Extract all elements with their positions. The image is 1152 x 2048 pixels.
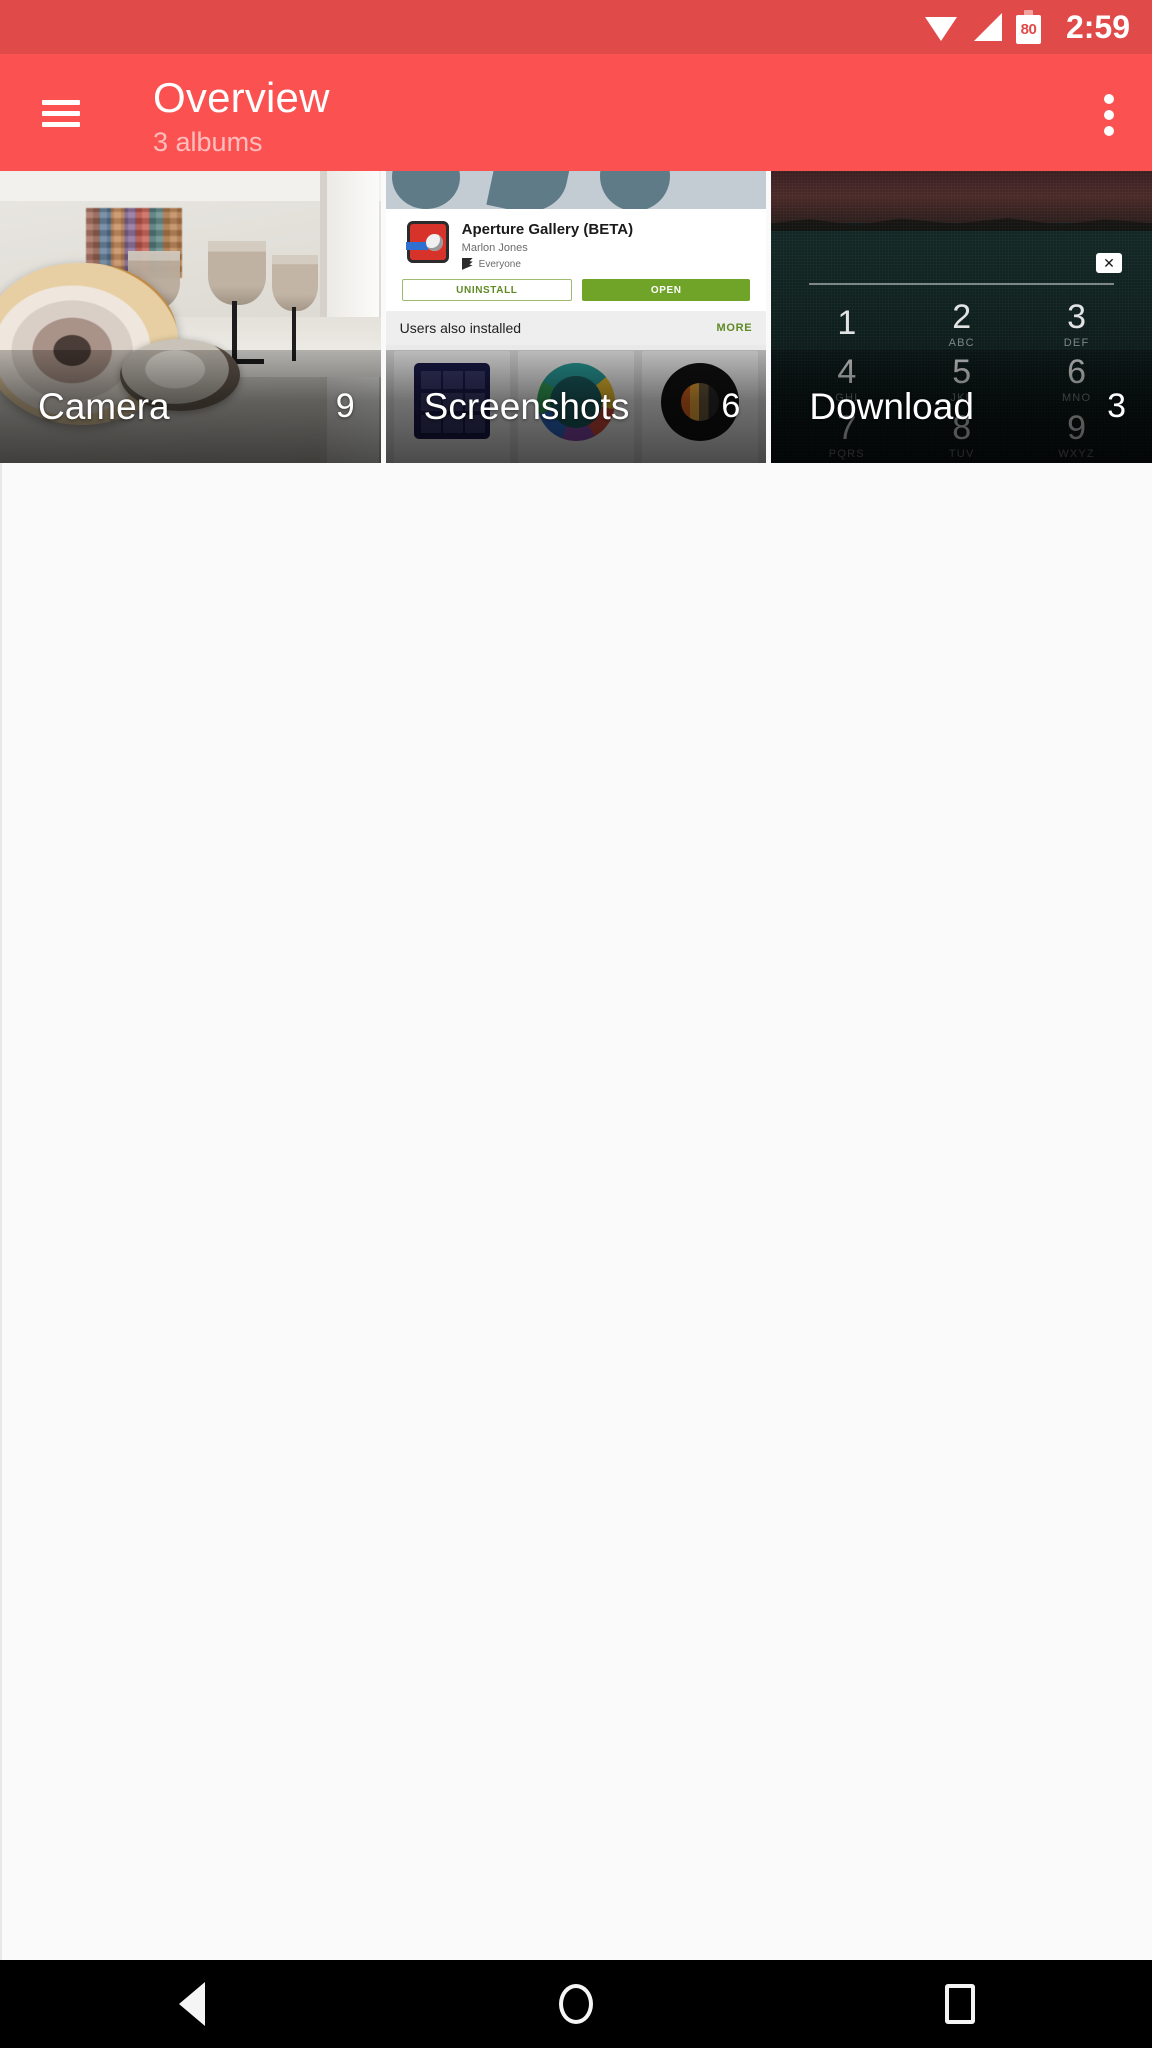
status-bar-clock: 2:59 (1065, 8, 1130, 45)
battery-percent-label: 80 (1020, 21, 1037, 38)
overflow-dot (1104, 126, 1114, 136)
album-name: Screenshots (423, 385, 630, 427)
album-tile-download[interactable]: ✕ 1 2 ABC 3 DEF Download 3 (771, 171, 1152, 463)
pin-key-digit: 2 (952, 298, 972, 337)
album-count: 9 (335, 387, 355, 425)
album-label-bar: Camera 9 (0, 350, 381, 463)
hamburger-menu-icon[interactable] (42, 100, 80, 127)
pin-key: 1 (789, 297, 904, 352)
thumb-uninstall-button: UNINSTALL (401, 279, 573, 301)
home-circle-icon[interactable] (516, 1960, 636, 2048)
status-bar: 80 2:59 (0, 0, 1152, 54)
pin-clear-icon: ✕ (1096, 253, 1123, 273)
recents-square-icon[interactable] (900, 1960, 1020, 2048)
thumb-button-row: UNINSTALL OPEN (401, 279, 751, 301)
system-navigation-bar (0, 1960, 1152, 2048)
empty-content-area (0, 463, 1152, 1960)
thumb-section-header: Users also installed MORE (385, 311, 767, 345)
thumb-section-title: Users also installed (399, 320, 522, 336)
album-count: 3 (1107, 387, 1127, 425)
back-triangle-icon[interactable] (132, 1960, 252, 2048)
pin-key-letters: ABC (948, 337, 975, 350)
toolbar-title-block: Overview 3 albums (153, 72, 330, 159)
pin-key-digit: 3 (1067, 298, 1087, 337)
thumb-app-developer: Marlon Jones (461, 242, 528, 254)
album-count: 6 (721, 387, 741, 425)
esrb-rating-icon (461, 258, 473, 270)
page-title: Overview (153, 74, 330, 121)
album-name: Download (809, 385, 974, 427)
album-name: Camera (38, 385, 170, 427)
page-subtitle: 3 albums (153, 127, 263, 157)
thumb-content-rating: Everyone (461, 258, 521, 270)
pin-key: 2 ABC (904, 297, 1019, 352)
play-store-hero-banner (385, 171, 767, 209)
battery-icon: 80 (1015, 10, 1041, 44)
thumb-rating-label: Everyone (478, 258, 521, 270)
wifi-icon (924, 17, 957, 41)
album-tile-camera[interactable]: Camera 9 (0, 171, 381, 463)
album-tile-screenshots[interactable]: Aperture Gallery (BETA) Marlon Jones Eve… (385, 171, 767, 463)
overflow-dot (1104, 94, 1114, 104)
status-bar-icons: 80 2:59 (924, 9, 1130, 46)
pin-key-digit: 1 (837, 304, 857, 343)
hamburger-bar (42, 100, 80, 105)
play-store-app-card: Aperture Gallery (BETA) Marlon Jones Eve… (385, 209, 767, 311)
album-label-bar: Screenshots 6 (385, 350, 767, 463)
app-toolbar: Overview 3 albums (0, 54, 1152, 171)
content-left-edge (0, 463, 2, 1960)
aperture-gallery-app-icon (405, 221, 449, 263)
thumb-more-link: MORE (716, 322, 753, 334)
pin-key: 3 DEF (1019, 297, 1134, 352)
hamburger-bar (42, 122, 80, 127)
signal-icon (973, 13, 1002, 41)
app-screen: 80 2:59 Overview 3 albums Camera 9 Apert… (0, 0, 1152, 2048)
thumb-app-name: Aperture Gallery (BETA) (461, 221, 634, 238)
pin-input-line (809, 283, 1115, 285)
overflow-menu-icon[interactable] (1104, 94, 1114, 136)
thumb-open-button: OPEN (582, 279, 751, 301)
album-label-bar: Download 3 (771, 350, 1152, 463)
pin-key-letters: DEF (1063, 337, 1090, 350)
hamburger-bar (42, 111, 80, 116)
overflow-dot (1104, 110, 1114, 120)
album-grid: Camera 9 Aperture Gallery (BETA) Marlon … (0, 171, 1152, 463)
